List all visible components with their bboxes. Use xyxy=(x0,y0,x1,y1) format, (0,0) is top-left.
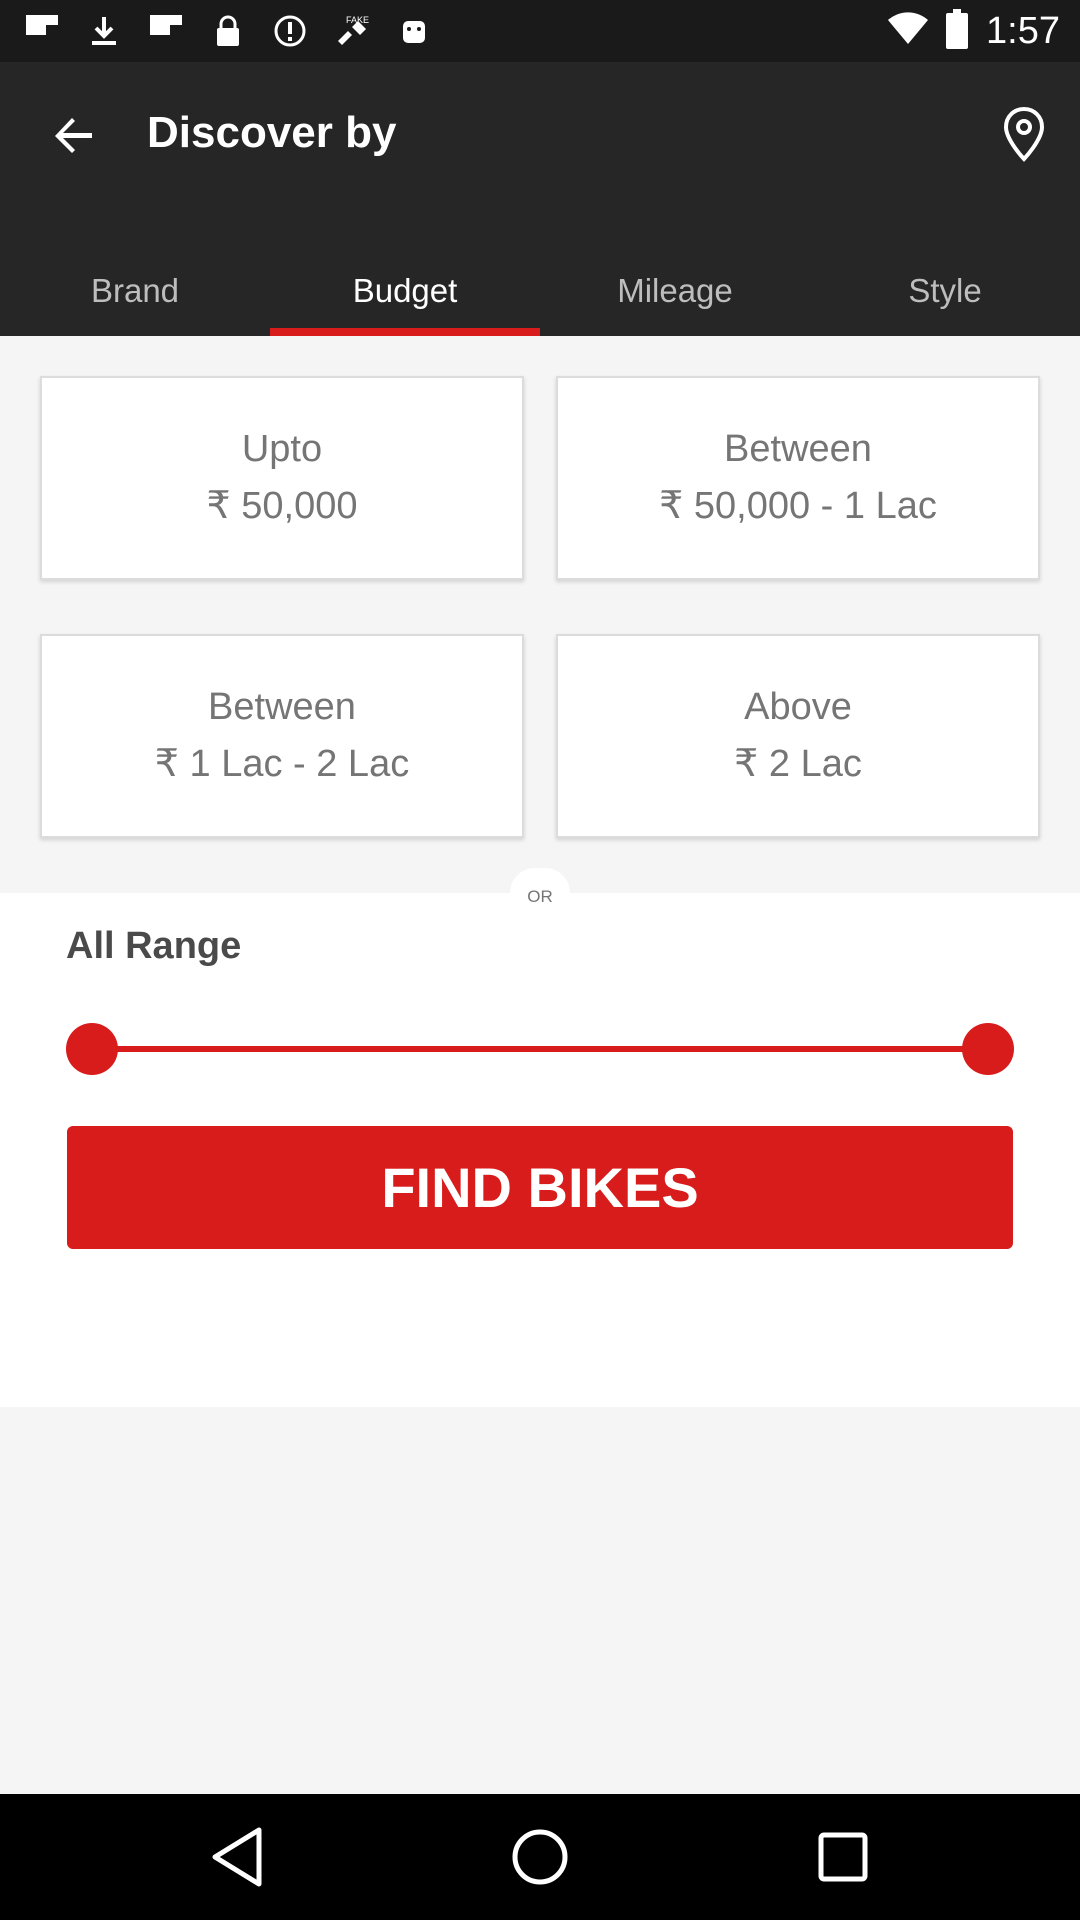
download-icon xyxy=(84,11,124,51)
circle-home-icon xyxy=(512,1829,568,1885)
range-panel: All Range FIND BIKES xyxy=(0,893,1080,1407)
budget-card-upto-50000[interactable]: Upto ₹ 50,000 xyxy=(40,376,524,580)
range-slider-min-handle[interactable] xyxy=(66,1023,118,1075)
app-bar: Discover by Brand Budget Mileage Style xyxy=(0,62,1080,336)
flipboard-icon xyxy=(22,11,62,51)
lock-icon xyxy=(208,11,248,51)
location-button[interactable] xyxy=(992,100,1056,168)
fake-gps-icon: FAKE xyxy=(332,11,372,51)
tab-mileage[interactable]: Mileage xyxy=(540,252,810,336)
page-title: Discover by xyxy=(147,108,397,157)
battery-icon xyxy=(946,8,969,54)
tab-budget[interactable]: Budget xyxy=(270,252,540,336)
find-bikes-button[interactable]: FIND BIKES xyxy=(67,1126,1013,1249)
budget-card-title: Between xyxy=(208,686,356,728)
or-divider: OR xyxy=(510,868,570,918)
nav-back-button[interactable] xyxy=(202,1822,272,1892)
svg-text:FAKE: FAKE xyxy=(346,15,369,25)
budget-card-title: Between xyxy=(724,428,872,470)
nav-recents-button[interactable] xyxy=(808,1822,878,1892)
budget-card-50000-1lac[interactable]: Between ₹ 50,000 - 1 Lac xyxy=(556,376,1040,580)
range-slider-max-handle[interactable] xyxy=(962,1023,1014,1075)
android-icon xyxy=(394,11,434,51)
budget-card-range: ₹ 2 Lac xyxy=(734,743,862,785)
triangle-back-icon xyxy=(212,1827,262,1887)
tab-brand[interactable]: Brand xyxy=(0,252,270,336)
square-recents-icon xyxy=(818,1832,868,1882)
tab-bar: Brand Budget Mileage Style xyxy=(0,252,1080,336)
budget-card-title: Upto xyxy=(241,428,323,470)
system-status: 1:57 xyxy=(888,8,1060,54)
budget-card-title: Above xyxy=(744,686,852,728)
notification-icons: FAKE xyxy=(22,10,434,52)
range-title: All Range xyxy=(66,925,242,967)
wifi-icon xyxy=(888,11,929,51)
budget-card-above-2lac[interactable]: Above ₹ 2 Lac xyxy=(556,634,1040,838)
nav-home-button[interactable] xyxy=(505,1822,575,1892)
range-slider-track[interactable] xyxy=(92,1046,988,1052)
budget-card-range: ₹ 1 Lac - 2 Lac xyxy=(154,743,410,785)
alert-icon xyxy=(270,11,310,51)
budget-card-range: ₹ 50,000 - 1 Lac xyxy=(659,485,937,527)
location-pin-icon xyxy=(1003,106,1045,162)
system-nav-bar xyxy=(0,1794,1080,1920)
arrow-back-icon xyxy=(55,118,92,153)
status-bar: FAKE 1:57 xyxy=(0,0,1080,62)
budget-card-range: ₹ 50,000 xyxy=(206,485,358,527)
flipboard-icon xyxy=(146,11,186,51)
tab-style[interactable]: Style xyxy=(810,252,1080,336)
budget-card-1lac-2lac[interactable]: Between ₹ 1 Lac - 2 Lac xyxy=(40,634,524,838)
status-time: 1:57 xyxy=(986,9,1060,52)
back-button[interactable] xyxy=(40,102,108,170)
